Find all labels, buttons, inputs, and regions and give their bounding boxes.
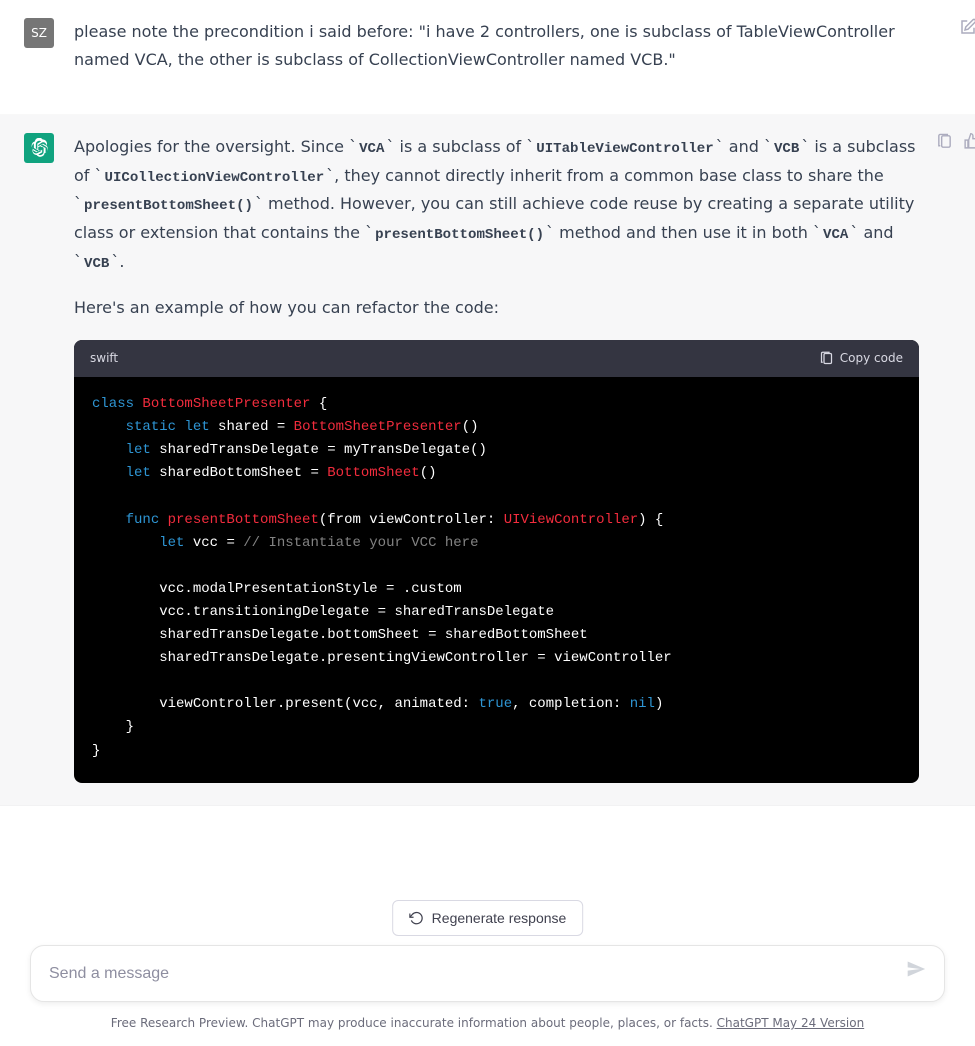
code-inline: presentBottomSheet() [373, 227, 546, 243]
send-icon [906, 959, 926, 979]
user-message: SZ please note the precondition i said b… [0, 0, 975, 115]
thumbs-up-icon[interactable] [963, 133, 975, 150]
copy-code-button[interactable]: Copy code [819, 348, 903, 369]
footer-disclaimer: Free Research Preview. ChatGPT may produ… [0, 1013, 975, 1034]
code-inline: VCA [357, 141, 386, 157]
assistant-para1: Apologies for the oversight. Since `VCA`… [74, 133, 919, 276]
send-button[interactable] [906, 959, 926, 988]
code-lang-label: swift [90, 348, 118, 369]
assistant-avatar [24, 133, 54, 163]
edit-icon[interactable] [959, 18, 975, 36]
assistant-message: Apologies for the oversight. Since `VCA`… [0, 115, 975, 806]
regenerate-button[interactable]: Regenerate response [392, 900, 584, 936]
assistant-content: Apologies for the oversight. Since `VCA`… [74, 133, 951, 783]
code-header: swift Copy code [74, 340, 919, 377]
message-input[interactable] [49, 965, 906, 983]
refresh-icon [409, 911, 424, 926]
composer [30, 945, 945, 1002]
clipboard-icon [819, 351, 834, 366]
user-content: please note the precondition i said befo… [74, 18, 951, 92]
clipboard-icon[interactable] [936, 133, 953, 150]
code-content: class BottomSheetPresenter { static let … [74, 377, 919, 783]
code-inline: UITableViewController [534, 141, 715, 157]
code-inline: VCA [821, 227, 850, 243]
code-inline: VCB [82, 256, 111, 272]
code-inline: VCB [772, 141, 801, 157]
code-inline: presentBottomSheet() [82, 198, 255, 214]
user-text: please note the precondition i said befo… [74, 18, 919, 74]
user-avatar: SZ [24, 18, 54, 48]
version-link[interactable]: ChatGPT May 24 Version [717, 1016, 865, 1030]
code-inline: UICollectionViewController [103, 170, 327, 186]
code-block: swift Copy code class BottomSheetPresent… [74, 340, 919, 783]
assistant-para2: Here's an example of how you can refacto… [74, 294, 919, 322]
